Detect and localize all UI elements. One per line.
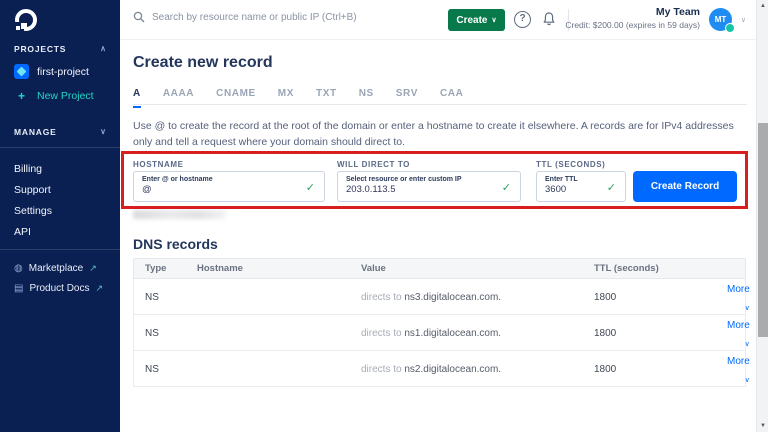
new-project-button[interactable]: + New Project (14, 89, 94, 103)
chevron-down-icon[interactable]: ∨ (100, 127, 106, 136)
table-row: NS directs to ns3.digitalocean.com. 1800… (133, 279, 746, 315)
tab-ns[interactable]: NS (359, 88, 374, 108)
direct-placeholder: Select resource or enter custom IP (346, 176, 512, 183)
chevron-down-icon: ∨ (745, 305, 750, 312)
sidebar: PROJECTS ∧ first-project + New Project M… (0, 0, 120, 432)
direct-value: 203.0.113.5 (346, 184, 512, 195)
hostname-label: HOSTNAME (133, 160, 184, 169)
team-name: My Team (565, 6, 700, 18)
will-direct-to-label: WILL DIRECT TO (337, 160, 410, 169)
hostname-placeholder: Enter @ or hostname (142, 176, 316, 183)
marketplace-icon: ◍ (14, 263, 23, 274)
more-button[interactable]: More ∨ (727, 320, 750, 349)
tabs-divider (133, 104, 747, 105)
sidebar-item-first-project[interactable]: first-project (14, 64, 89, 79)
record-type: NS (145, 364, 197, 375)
search-icon (133, 11, 145, 23)
sidebar-item-support[interactable]: Support (14, 184, 51, 196)
product-docs-label: Product Docs (29, 283, 89, 294)
sidebar-item-settings[interactable]: Settings (14, 205, 52, 217)
help-icon[interactable]: ? (514, 11, 531, 28)
tab-caa[interactable]: CAA (440, 88, 463, 108)
chevron-down-icon: ∨ (745, 341, 750, 348)
tab-mx[interactable]: MX (278, 88, 294, 108)
record-description: Use @ to create the record at the root o… (133, 118, 749, 151)
table-header-row: Type Hostname Value TTL (seconds) (133, 258, 746, 279)
col-hostname: Hostname (197, 263, 361, 274)
more-button[interactable]: More ∨ (727, 356, 750, 385)
scroll-up-arrow-icon[interactable]: ▲ (757, 0, 768, 12)
dns-records-table: Type Hostname Value TTL (seconds) NS dir… (133, 258, 746, 387)
record-ttl: 1800 (594, 292, 727, 303)
topbar: Search by resource name or public IP (Ct… (120, 0, 756, 40)
projects-section-label: PROJECTS (14, 44, 66, 54)
page-title: Create new record (133, 54, 273, 72)
record-type-tabs: A AAAA CNAME MX TXT NS SRV CAA (133, 88, 463, 108)
scroll-down-arrow-icon[interactable]: ▼ (757, 420, 768, 432)
docs-icon: ▤ (14, 283, 23, 294)
chevron-down-icon: ∨ (745, 377, 750, 384)
digitalocean-logo-icon[interactable] (15, 9, 37, 31)
tab-txt[interactable]: TXT (316, 88, 337, 108)
avatar-initials: MT (715, 15, 727, 24)
tab-cname[interactable]: CNAME (216, 88, 256, 108)
account-info: My Team Credit: $200.00 (expires in 59 d… (565, 6, 700, 30)
chevron-down-icon: ∨ (492, 16, 497, 24)
col-type: Type (145, 263, 197, 274)
external-link-icon: ↗ (95, 283, 103, 294)
search-input[interactable]: Search by resource name or public IP (Ct… (133, 11, 357, 23)
record-value: directs to ns1.digitalocean.com. (361, 328, 594, 339)
external-link-icon: ↗ (89, 263, 97, 274)
tab-aaaa[interactable]: AAAA (163, 88, 194, 108)
dns-records-title: DNS records (133, 236, 218, 252)
record-type: NS (145, 328, 197, 339)
scrollbar[interactable]: ▲ ▼ (756, 0, 768, 432)
col-ttl: TTL (seconds) (594, 263, 727, 274)
sidebar-item-api[interactable]: API (14, 226, 31, 238)
project-icon (14, 64, 29, 79)
main-content: Create new record A AAAA CNAME MX TXT NS… (120, 40, 756, 432)
col-value: Value (361, 263, 594, 274)
check-icon: ✓ (607, 181, 616, 194)
chevron-up-icon[interactable]: ∧ (100, 44, 106, 53)
check-icon: ✓ (502, 181, 511, 194)
record-ttl: 1800 (594, 364, 727, 375)
manage-section-label: MANAGE (14, 127, 57, 137)
record-ttl: 1800 (594, 328, 727, 339)
sidebar-item-product-docs[interactable]: ▤ Product Docs ↗ (14, 283, 103, 294)
scrollbar-thumb[interactable] (758, 123, 768, 337)
tab-srv[interactable]: SRV (396, 88, 418, 108)
redacted-text (133, 210, 226, 219)
ttl-input[interactable]: Enter TTL 3600 ✓ (536, 171, 626, 202)
create-button[interactable]: Create ∨ (448, 9, 505, 31)
record-value: directs to ns3.digitalocean.com. (361, 292, 594, 303)
ttl-label: TTL (SECONDS) (536, 160, 605, 169)
new-project-label: New Project (37, 90, 94, 102)
credit-label: Credit: $200.00 (expires in 59 days) (565, 20, 700, 30)
check-icon: ✓ (306, 181, 315, 194)
hostname-input[interactable]: Enter @ or hostname @ ✓ (133, 171, 325, 202)
marketplace-label: Marketplace (29, 263, 83, 274)
chevron-down-icon[interactable]: ∨ (741, 16, 746, 24)
sidebar-item-marketplace[interactable]: ◍ Marketplace ↗ (14, 263, 97, 274)
record-value: directs to ns2.digitalocean.com. (361, 364, 594, 375)
sidebar-divider (0, 249, 120, 250)
plus-icon: + (14, 89, 29, 103)
table-row: NS directs to ns2.digitalocean.com. 1800… (133, 351, 746, 387)
tab-a[interactable]: A (133, 88, 141, 108)
create-record-button[interactable]: Create Record (633, 171, 737, 202)
more-button[interactable]: More ∨ (727, 284, 750, 313)
table-row: NS directs to ns1.digitalocean.com. 1800… (133, 315, 746, 351)
sidebar-item-billing[interactable]: Billing (14, 163, 42, 175)
project-name-label: first-project (37, 66, 89, 78)
bell-icon[interactable] (541, 11, 558, 28)
hostname-value: @ (142, 184, 316, 195)
will-direct-to-input[interactable]: Select resource or enter custom IP 203.0… (337, 171, 521, 202)
record-type: NS (145, 292, 197, 303)
avatar[interactable]: MT (709, 8, 732, 31)
search-placeholder: Search by resource name or public IP (Ct… (152, 12, 357, 23)
avatar-status-badge (725, 23, 735, 33)
sidebar-divider (0, 147, 120, 148)
